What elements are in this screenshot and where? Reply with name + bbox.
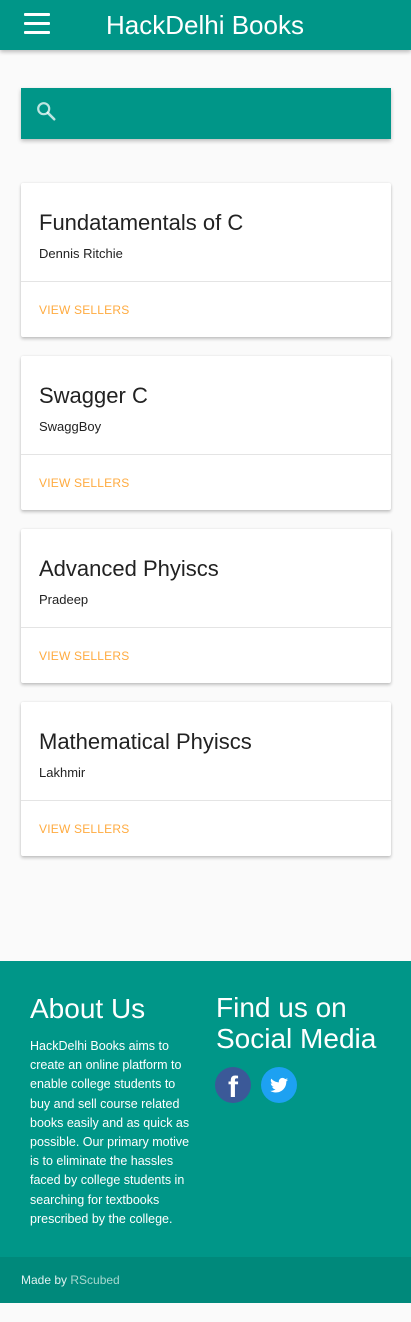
book-title: Swagger C xyxy=(39,383,148,408)
book-card: Swagger C SwaggBoy VIEW SELLERS xyxy=(21,356,391,510)
book-title: Advanced Phyiscs xyxy=(39,556,219,581)
book-title: Mathematical Phyiscs xyxy=(39,729,252,754)
app-title: HackDelhi Books xyxy=(106,10,304,40)
view-sellers-button[interactable]: VIEW SELLERS xyxy=(39,303,129,317)
card-divider xyxy=(21,281,391,282)
social-heading: Find us on Social Media xyxy=(216,992,377,1054)
about-heading: About Us xyxy=(30,993,146,1024)
facebook-icon[interactable]: f xyxy=(215,1067,251,1104)
book-author: Lakhmir xyxy=(39,765,86,780)
made-by-text: Made by RScubed xyxy=(21,1273,120,1287)
twitter-icon[interactable] xyxy=(261,1067,297,1103)
card-divider xyxy=(21,454,391,455)
view-sellers-button[interactable]: VIEW SELLERS xyxy=(39,822,129,836)
book-card: Advanced Phyiscs Pradeep VIEW SELLERS xyxy=(21,529,391,683)
card-divider xyxy=(21,627,391,628)
app-bar: HackDelhi Books xyxy=(0,0,411,50)
search-input[interactable] xyxy=(70,98,374,130)
made-by-prefix: Made by xyxy=(21,1273,71,1287)
book-author: Dennis Ritchie xyxy=(39,246,123,261)
made-by-link[interactable]: RScubed xyxy=(70,1273,119,1287)
book-card: Mathematical Phyiscs Lakhmir VIEW SELLER… xyxy=(21,702,391,856)
book-title: Fundatamentals of C xyxy=(39,210,244,235)
about-text: HackDelhi Books aims to create an online… xyxy=(30,1039,190,1226)
footer-bottom-bar: Made by RScubed xyxy=(0,1257,411,1303)
view-sellers-button[interactable]: VIEW SELLERS xyxy=(39,476,129,490)
search-icon[interactable] xyxy=(35,100,57,122)
page: HackDelhi Books Fundatamentals of C Denn… xyxy=(0,0,411,1322)
footer: About Us HackDelhi Books aims to create … xyxy=(0,961,411,1257)
book-author: SwaggBoy xyxy=(39,419,102,434)
book-author: Pradeep xyxy=(39,592,89,607)
view-sellers-button[interactable]: VIEW SELLERS xyxy=(39,649,129,663)
hamburger-menu-icon[interactable] xyxy=(24,13,50,35)
book-card: Fundatamentals of C Dennis Ritchie VIEW … xyxy=(21,183,391,337)
card-divider xyxy=(21,800,391,801)
